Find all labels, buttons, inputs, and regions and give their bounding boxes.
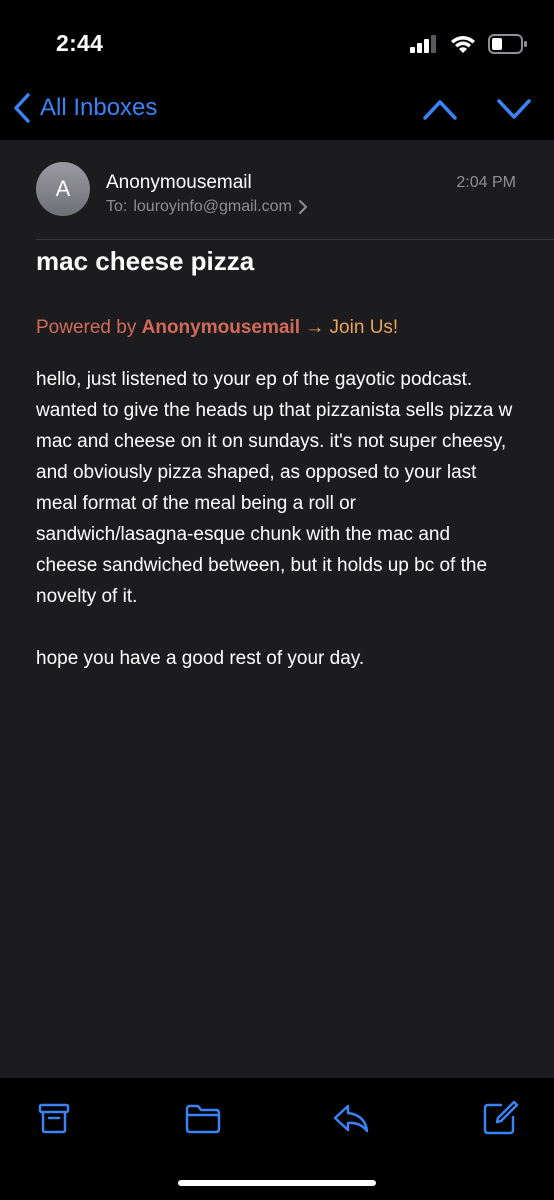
- message-header: A Anonymousemail To: louroyinfo@gmail.co…: [0, 150, 554, 240]
- recipient-line[interactable]: To: louroyinfo@gmail.com: [106, 198, 308, 216]
- powered-by-banner[interactable]: Powered by Anonymousemail → Join Us!: [36, 317, 398, 339]
- back-button[interactable]: All Inboxes: [12, 92, 157, 124]
- status-icons: [410, 34, 528, 54]
- powered-brand-link[interactable]: Anonymousemail: [142, 317, 300, 338]
- next-message-button[interactable]: [496, 94, 532, 124]
- folder-icon[interactable]: [183, 1098, 223, 1138]
- battery-icon: [488, 34, 527, 54]
- powered-prefix: Powered by: [36, 317, 137, 338]
- header-divider: [36, 239, 554, 240]
- cellular-signal-icon: [410, 35, 436, 53]
- chevron-right-icon: [298, 200, 307, 214]
- chevron-left-icon: [14, 93, 30, 123]
- message-view: A Anonymousemail To: louroyinfo@gmail.co…: [0, 140, 554, 1078]
- avatar[interactable]: A: [36, 162, 90, 216]
- archive-icon[interactable]: [34, 1098, 74, 1138]
- wifi-icon: [451, 36, 475, 53]
- message-time: 2:04 PM: [456, 174, 516, 191]
- home-indicator[interactable]: [178, 1180, 376, 1186]
- back-label: All Inboxes: [40, 94, 158, 121]
- reply-icon[interactable]: [331, 1098, 371, 1138]
- previous-message-button[interactable]: [422, 94, 458, 124]
- message-body: hello, just listened to your ep of the g…: [36, 364, 516, 705]
- body-paragraph: hello, just listened to your ep of the g…: [36, 369, 513, 607]
- to-label: To:: [106, 198, 128, 215]
- mail-screen: 2:44 All Inboxes A Anonymousemail To: lo…: [0, 0, 554, 1200]
- recipient-address: louroyinfo@gmail.com: [133, 198, 292, 215]
- sender-name[interactable]: Anonymousemail: [106, 172, 252, 194]
- join-us-link[interactable]: → Join Us!: [305, 317, 398, 338]
- status-time: 2:44: [56, 30, 104, 56]
- compose-icon[interactable]: [480, 1098, 520, 1138]
- message-nav: [422, 94, 532, 124]
- body-paragraph: hope you have a good rest of your day.: [36, 648, 365, 669]
- nav-bar: All Inboxes: [0, 80, 554, 140]
- status-bar: 2:44: [0, 0, 554, 80]
- message-subject: mac cheese pizza: [36, 246, 255, 276]
